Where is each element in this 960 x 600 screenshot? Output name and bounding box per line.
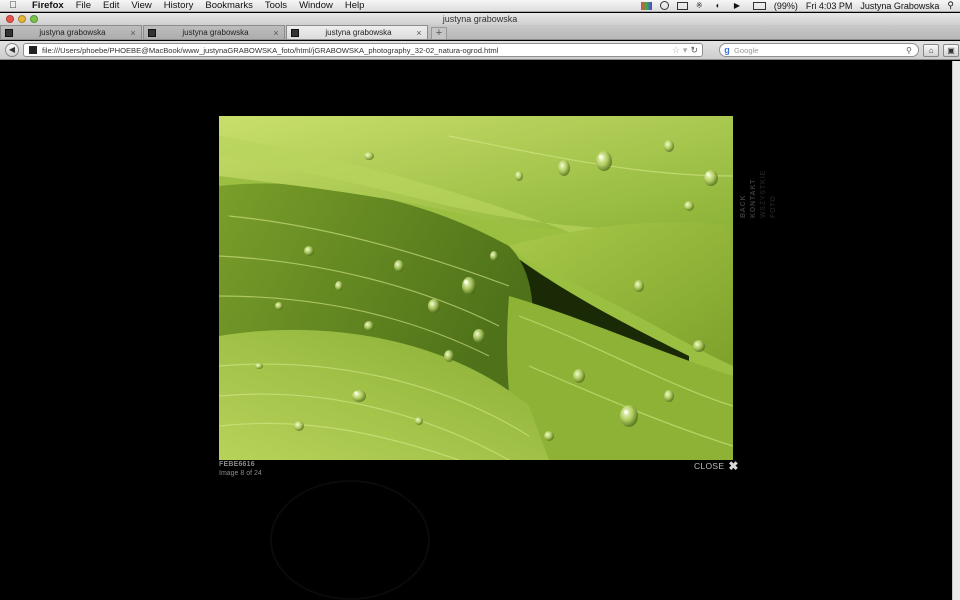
site-identity-icon[interactable] [29,46,37,54]
lightbox-close-button[interactable]: CLOSE ✖ [694,459,739,473]
side-link-kontakt[interactable]: KONTAKT [750,170,757,218]
tab-title: justyna grabowska [182,28,249,37]
close-label: CLOSE [694,461,725,471]
navigation-toolbar: ◀ file:///Users/phoebe/PHOEBE@MacBook/ww… [0,41,960,60]
menu-help[interactable]: Help [339,0,371,11]
menubar-user[interactable]: Justyna Grabowska [856,1,943,11]
menu-history[interactable]: History [158,0,200,11]
favicon-icon [5,28,13,37]
window-title: justyna grabowska [442,14,518,24]
tab-close-icon[interactable]: × [271,28,281,38]
favicon-icon [291,28,299,37]
search-input[interactable]: Google [734,46,906,55]
menu-window[interactable]: Window [293,0,339,11]
tab-title: justyna grabowska [325,28,392,37]
tab-strip: justyna grabowska × justyna grabowska × … [0,25,960,40]
new-tab-button[interactable]: + [431,27,447,39]
menu-bookmarks[interactable]: Bookmarks [199,0,259,11]
volume-icon[interactable]: ▶ [734,1,745,10]
screen-button[interactable]: ▣ [943,43,959,57]
browser-tab-1[interactable]: justyna grabowska × [0,25,142,39]
bluetooth-icon[interactable]: ※ [696,1,707,10]
tab-title: justyna grabowska [39,28,106,37]
url-history-dropdown-icon[interactable]: ▾ [683,45,688,56]
colorsync-icon[interactable] [640,1,652,10]
image-counter: Image 8 of 24 [219,470,262,477]
menu-file[interactable]: File [70,0,97,11]
menu-tools[interactable]: Tools [259,0,293,11]
search-magnifier-icon[interactable]: ⚲ [906,46,918,55]
url-text[interactable]: file:///Users/phoebe/PHOEBE@MacBook/www_… [42,46,672,55]
menubar-clock[interactable]: Fri 4:03 PM [802,1,857,11]
image-id-label: FEBE6616 [219,461,255,468]
background-decor [270,480,430,600]
hosta-leaf-image [219,116,733,460]
zoom-window-button[interactable] [30,15,38,23]
apple-menu-icon[interactable]:  [0,0,26,11]
mac-menubar:  Firefox File Edit View History Bookmar… [0,0,960,12]
scrollbar[interactable] [952,61,960,600]
tab-close-icon[interactable]: × [128,28,138,38]
favicon-icon [148,28,156,37]
browser-tab-2[interactable]: justyna grabowska × [143,25,285,39]
time-machine-icon[interactable] [659,1,669,10]
close-icon: ✖ [728,459,739,473]
reload-icon[interactable]: ↻ [690,45,698,56]
window-titlebar: justyna grabowska [0,13,960,25]
side-link-wszystkie[interactable]: WSZYSTKIE [760,170,767,218]
google-search-icon[interactable]: g [720,45,734,55]
display-icon[interactable] [676,1,688,10]
menu-view[interactable]: View [125,0,157,11]
minimize-window-button[interactable] [18,15,26,23]
side-link-foto[interactable]: FOTO [770,170,777,219]
lightbox-photo[interactable] [219,116,733,460]
battery-icon[interactable] [752,1,766,10]
side-link-back[interactable]: BACK [740,170,747,218]
battery-percent: (99%) [773,0,798,11]
home-button[interactable]: ⌂ [923,43,939,57]
search-bar[interactable]: g Google ⚲ [719,43,919,57]
menu-edit[interactable]: Edit [97,0,125,11]
back-button[interactable]: ◀ [5,43,19,57]
menu-app[interactable]: Firefox [26,0,70,11]
browser-tab-3-active[interactable]: justyna grabowska × [286,25,428,39]
spotlight-icon[interactable]: ⚲ [943,0,960,11]
bookmark-star-icon[interactable]: ☆ [672,45,680,56]
side-nav: BACK KONTAKT WSZYSTKIE FOTO [740,170,777,218]
wifi-icon[interactable]: ◖ [715,1,726,10]
tab-close-icon[interactable]: × [414,28,424,38]
close-window-button[interactable] [6,15,14,23]
url-bar[interactable]: file:///Users/phoebe/PHOEBE@MacBook/www_… [23,43,703,57]
